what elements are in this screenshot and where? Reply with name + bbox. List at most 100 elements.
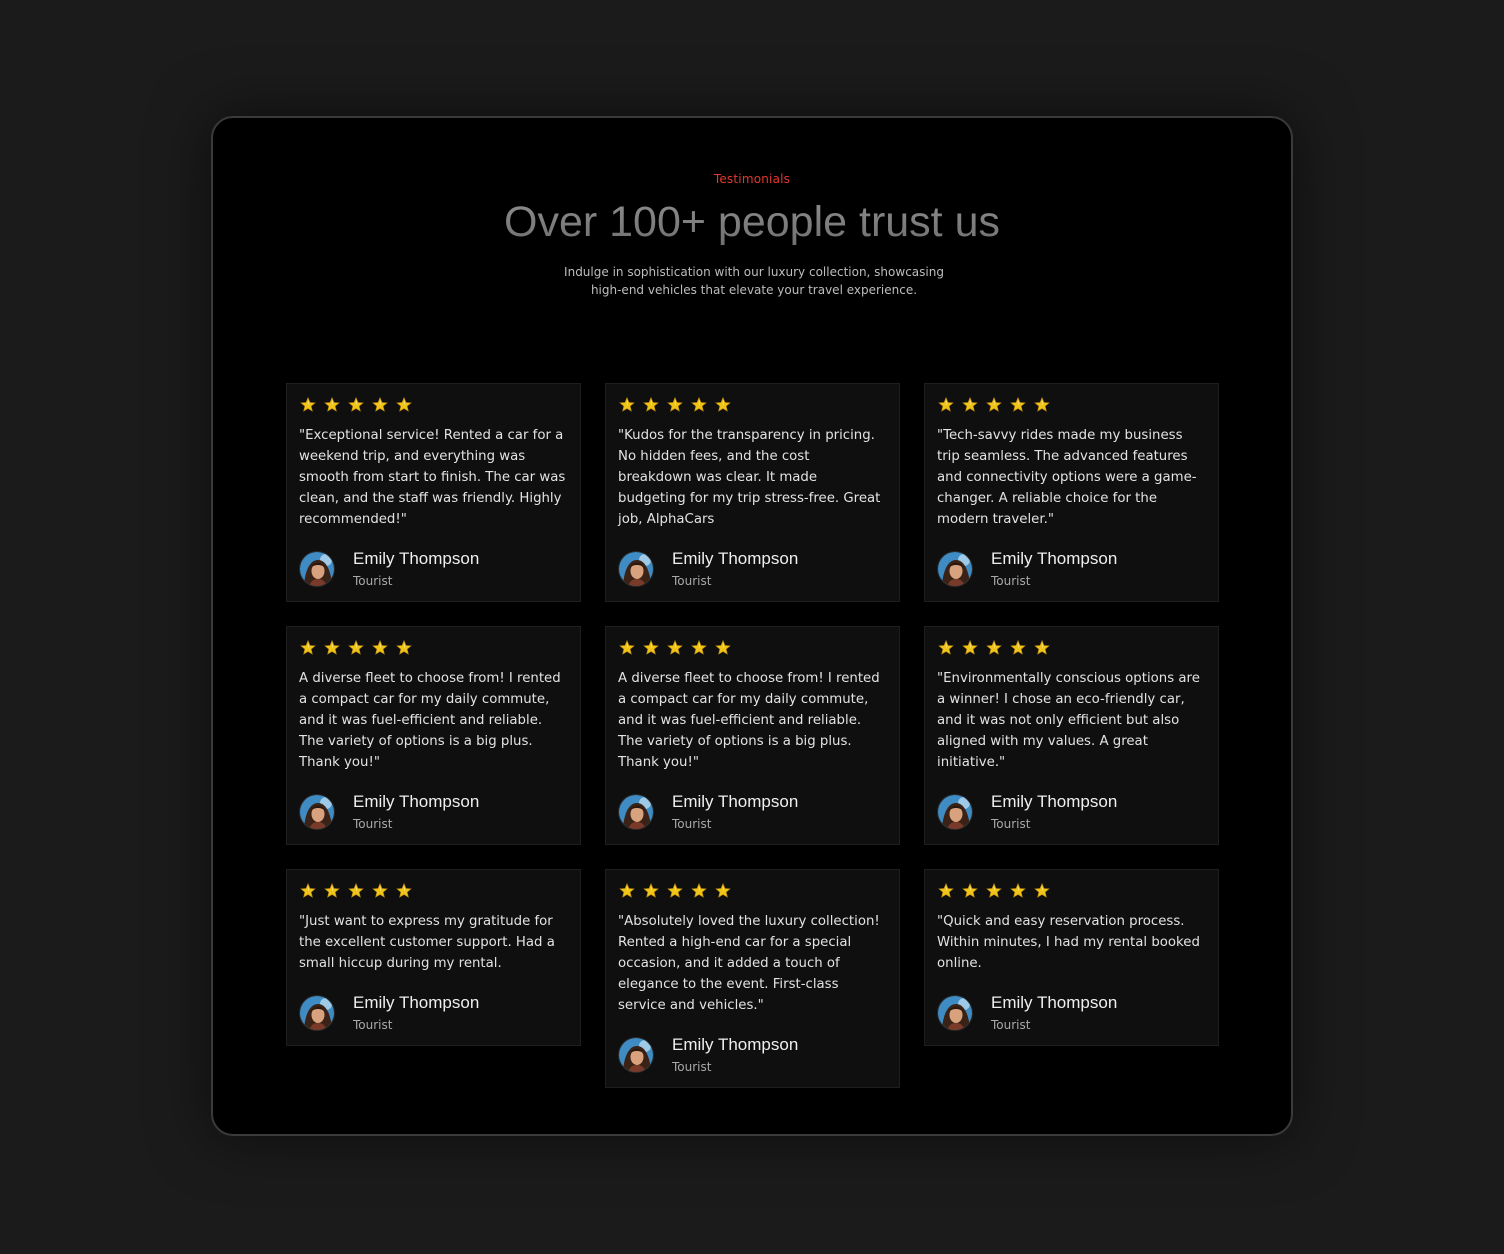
testimonial-card: "Just want to express my gratitude for t… [286, 869, 581, 1046]
testimonial-card: "Tech-savvy rides made my business trip … [924, 383, 1219, 602]
author-role: Tourist [672, 574, 712, 588]
star-icon [1010, 882, 1026, 898]
star-icon [1034, 396, 1050, 412]
star-rating [618, 395, 887, 415]
star-icon [643, 639, 659, 655]
avatar [618, 1037, 654, 1073]
testimonial-author: Emily Thompson Tourist [299, 548, 568, 589]
star-icon [962, 639, 978, 655]
star-icon [348, 882, 364, 898]
author-name: Emily Thompson [353, 549, 480, 568]
star-rating [937, 395, 1206, 415]
testimonial-quote: "Just want to express my gratitude for t… [299, 914, 555, 971]
testimonial-card: A diverse fleet to choose from! I rented… [605, 626, 900, 845]
section-eyebrow: Testimonials [713, 172, 791, 186]
star-rating [299, 638, 568, 658]
author-name: Emily Thompson [672, 549, 799, 568]
star-icon [372, 639, 388, 655]
testimonial-quote: "Absolutely loved the luxury collection!… [618, 914, 880, 1013]
star-icon [691, 396, 707, 412]
star-icon [300, 396, 316, 412]
author-role: Tourist [991, 574, 1031, 588]
testimonial-column-2: "Kudos for the transparency in pricing. … [605, 383, 900, 1088]
star-rating [618, 638, 887, 658]
avatar [618, 551, 654, 587]
author-name: Emily Thompson [672, 1035, 799, 1054]
star-icon [619, 882, 635, 898]
testimonial-author: Emily Thompson Tourist [618, 791, 887, 832]
avatar [299, 551, 335, 587]
author-name: Emily Thompson [991, 549, 1118, 568]
testimonial-quote: "Environmentally conscious options are a… [937, 671, 1200, 770]
star-icon [324, 882, 340, 898]
author-role: Tourist [353, 817, 393, 831]
star-icon [324, 396, 340, 412]
star-icon [938, 882, 954, 898]
author-name: Emily Thompson [353, 792, 480, 811]
star-icon [938, 639, 954, 655]
testimonial-card: A diverse fleet to choose from! I rented… [286, 626, 581, 845]
star-icon [1034, 639, 1050, 655]
avatar [618, 794, 654, 830]
star-icon [1034, 882, 1050, 898]
testimonial-column-1: "Exceptional service! Rented a car for a… [286, 383, 581, 1046]
avatar [299, 794, 335, 830]
author-name: Emily Thompson [353, 993, 480, 1012]
author-role: Tourist [991, 817, 1031, 831]
testimonials-panel: Testimonials Over 100+ people trust us I… [211, 116, 1293, 1136]
star-icon [372, 882, 388, 898]
star-rating [618, 881, 887, 901]
star-rating [937, 881, 1206, 901]
star-rating [937, 638, 1206, 658]
testimonial-author: Emily Thompson Tourist [937, 992, 1206, 1033]
testimonial-author: Emily Thompson Tourist [937, 548, 1206, 589]
testimonial-quote: A diverse fleet to choose from! I rented… [618, 671, 880, 770]
testimonial-author: Emily Thompson Tourist [299, 791, 568, 832]
testimonial-quote: "Exceptional service! Rented a car for a… [299, 428, 566, 527]
author-role: Tourist [672, 817, 712, 831]
testimonial-card: "Exceptional service! Rented a car for a… [286, 383, 581, 602]
star-icon [619, 639, 635, 655]
star-rating [299, 881, 568, 901]
star-icon [715, 639, 731, 655]
star-icon [619, 396, 635, 412]
testimonial-card: "Absolutely loved the luxury collection!… [605, 869, 900, 1088]
avatar [937, 794, 973, 830]
testimonial-author: Emily Thompson Tourist [299, 992, 568, 1033]
author-role: Tourist [991, 1018, 1031, 1032]
star-icon [1010, 639, 1026, 655]
author-name: Emily Thompson [991, 792, 1118, 811]
author-role: Tourist [353, 574, 393, 588]
section-subtitle: Indulge in sophistication with our luxur… [564, 265, 944, 297]
star-icon [667, 639, 683, 655]
star-icon [962, 396, 978, 412]
avatar [937, 995, 973, 1031]
star-icon [938, 396, 954, 412]
testimonial-quote: "Quick and easy reservation process. Wit… [937, 914, 1200, 971]
star-icon [396, 396, 412, 412]
star-icon [691, 639, 707, 655]
section-title: Over 100+ people trust us [213, 196, 1291, 248]
star-icon [667, 882, 683, 898]
testimonial-author: Emily Thompson Tourist [618, 548, 887, 589]
star-icon [643, 882, 659, 898]
author-name: Emily Thompson [672, 792, 799, 811]
author-role: Tourist [672, 1060, 712, 1074]
star-icon [643, 396, 659, 412]
star-icon [1010, 396, 1026, 412]
testimonial-card: "Environmentally conscious options are a… [924, 626, 1219, 845]
testimonial-card: "Quick and easy reservation process. Wit… [924, 869, 1219, 1046]
testimonial-quote: "Kudos for the transparency in pricing. … [618, 428, 881, 527]
star-icon [396, 882, 412, 898]
star-icon [667, 396, 683, 412]
testimonial-card: "Kudos for the transparency in pricing. … [605, 383, 900, 602]
star-icon [715, 882, 731, 898]
star-icon [986, 639, 1002, 655]
star-icon [372, 396, 388, 412]
star-icon [300, 639, 316, 655]
author-role: Tourist [353, 1018, 393, 1032]
star-icon [962, 882, 978, 898]
star-icon [396, 639, 412, 655]
testimonial-quote: A diverse fleet to choose from! I rented… [299, 671, 561, 770]
star-icon [691, 882, 707, 898]
